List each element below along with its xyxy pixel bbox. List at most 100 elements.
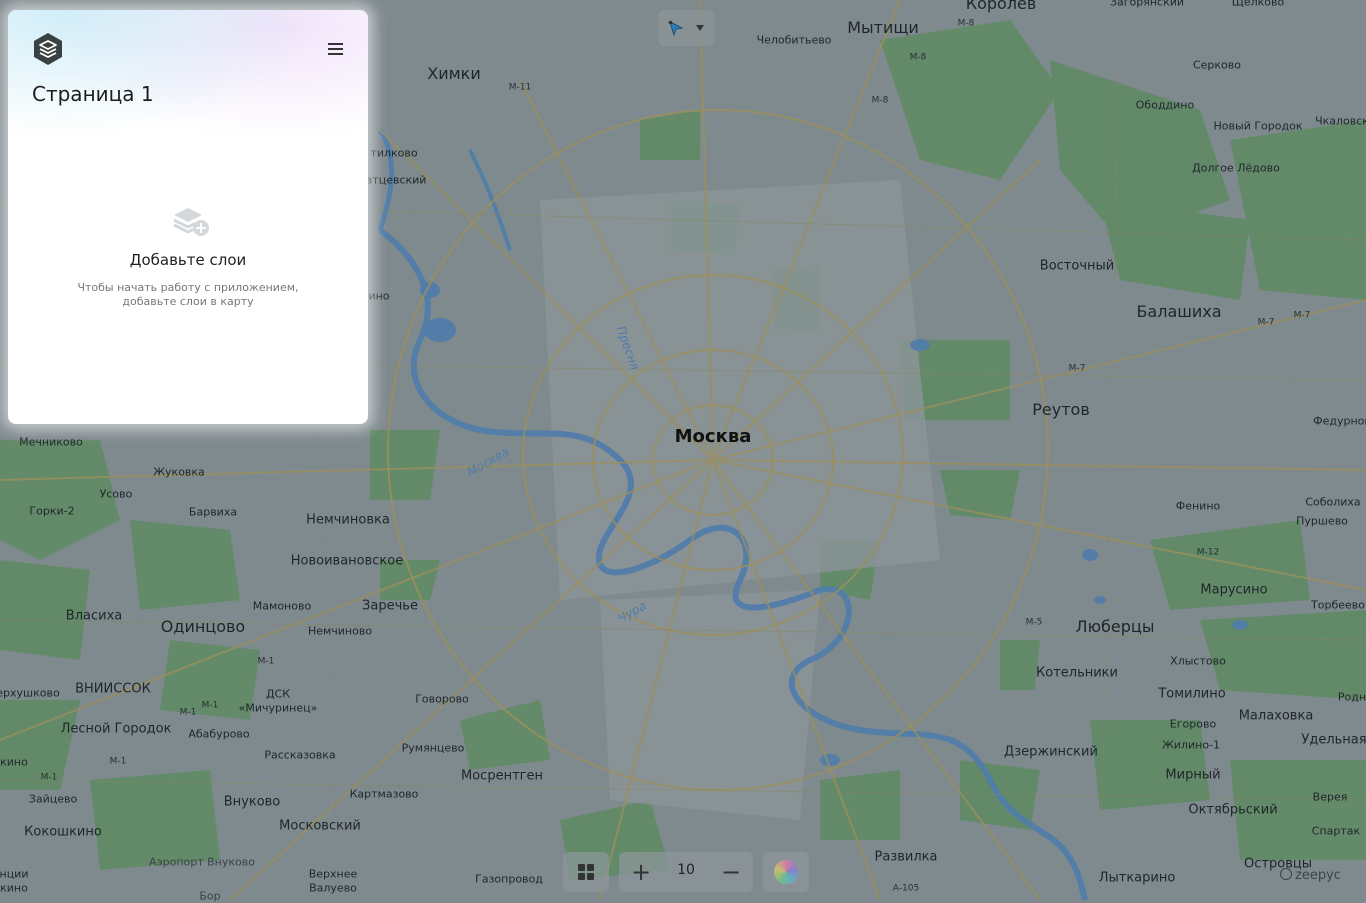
map-label-locality: Соболиха: [1305, 495, 1361, 509]
map-label-locality: Жилино-1: [1161, 738, 1221, 752]
map-label-road-number: M-1: [40, 772, 58, 783]
add-layers-icon: [173, 208, 209, 236]
map-label-locality: Зайцево: [28, 792, 78, 806]
map-label-town: Кокошкино: [24, 824, 102, 840]
map-label-town: Заречье: [362, 598, 418, 614]
map-label-locality: Серково: [1192, 58, 1242, 72]
map-label-locality: Родн: [1337, 690, 1366, 704]
map-label-road-number: M-8: [909, 52, 927, 63]
app-logo-icon[interactable]: [32, 32, 64, 66]
map-label-town: Марусино: [1200, 582, 1268, 598]
map-label-airport: Аэропорт Внуково: [149, 855, 255, 869]
map-label-town: Лесной Городок: [60, 721, 172, 737]
map-label-road-number: M-1: [257, 656, 275, 667]
map-label-town: Малаховка: [1238, 708, 1314, 724]
map-label-locality: Торбеево: [1311, 598, 1365, 612]
map-label-locality: Говорово: [415, 692, 469, 706]
map-label-locality: Верея: [1312, 790, 1348, 804]
grid-icon: [578, 864, 585, 871]
menu-button[interactable]: [326, 40, 346, 56]
map-label-road-number: A-105: [892, 883, 920, 894]
map-label-locality: Газопровод: [475, 872, 543, 886]
map-label-road-number: M-11: [508, 82, 532, 93]
map-label-town: Томилино: [1158, 686, 1226, 702]
map-label-locality: Немчиново: [307, 624, 373, 638]
map-label-capital: Москва: [674, 426, 752, 447]
map-label-locality: атцевский: [365, 173, 427, 187]
map-label-road-number: M-7: [1068, 363, 1086, 374]
map-label-locality: Чкаловск: [1315, 114, 1366, 128]
map-label-locality: нции: [0, 867, 29, 881]
grid-icon: [578, 873, 585, 880]
map-label-locality: Фенино: [1175, 499, 1221, 513]
map-label-town: Дзержинский: [1004, 744, 1098, 760]
map-label-locality: Верхнее: [308, 867, 358, 881]
empty-state-title: Добавьте слои: [129, 251, 247, 269]
menu-icon-line: [328, 43, 343, 45]
zoom-control: + 10 −: [619, 852, 753, 892]
map-label-locality: Жуковка: [153, 465, 205, 479]
map-label-locality: Челобитьево: [756, 33, 832, 47]
grid-icon: [587, 873, 594, 880]
map-label-city: Одинцово: [160, 617, 246, 636]
map-label-town: Мирный: [1165, 767, 1221, 783]
map-label-locality: Мамоново: [252, 599, 312, 613]
map-label-locality: кино: [0, 755, 28, 769]
page-title[interactable]: Страница 1: [32, 82, 154, 106]
map-label-locality: Щёлково: [1231, 0, 1285, 9]
map-label-locality: кино: [0, 881, 28, 895]
map-label-locality: Загорянский: [1109, 0, 1185, 9]
menu-icon-line: [328, 53, 343, 55]
layers-panel: Страница 1 Добавьте слои Чтобы начать ра…: [8, 10, 368, 424]
map-label-road-number: M-12: [1196, 547, 1220, 558]
map-label-locality: ДСК: [265, 687, 291, 701]
map-label-locality: Егорово: [1169, 717, 1217, 731]
basemap-grid-button[interactable]: [563, 852, 609, 892]
map-label-locality: Спартак: [1311, 824, 1361, 838]
map-label-town: Котельники: [1036, 665, 1118, 681]
zoom-out-button[interactable]: −: [715, 856, 747, 888]
chevron-down-icon: [696, 25, 704, 31]
map-style-button[interactable]: [763, 852, 809, 892]
map-label-city: Королёв: [965, 0, 1037, 13]
map-label-locality: Хлыстово: [1170, 654, 1226, 668]
menu-icon-line: [328, 48, 343, 50]
map-label-locality: Горки-2: [29, 504, 75, 518]
map-label-city: Балашиха: [1136, 302, 1222, 321]
map-label-town: Удельная: [1301, 732, 1366, 748]
map-label-road-number: M-1: [109, 756, 127, 767]
map-label-city: Реутов: [1032, 400, 1090, 419]
map-label-road-number: M-1: [179, 707, 197, 718]
map-label-road-number: M-8: [957, 18, 975, 29]
map-label-road-number: M-5: [1025, 617, 1043, 628]
map-label-locality: Мечниково: [19, 435, 83, 449]
pointer-tool-icon: [668, 20, 684, 37]
map-label-town: Внуково: [223, 794, 281, 810]
map-label-locality: ино: [368, 289, 390, 303]
map-label-locality: Абабурово: [188, 727, 250, 741]
map-label-locality: Валуево: [309, 881, 357, 895]
map-label-locality: Ободдино: [1135, 98, 1195, 112]
map-label-locality: тилково: [370, 146, 418, 160]
map-label-locality: Усово: [99, 487, 133, 501]
empty-state-description: Чтобы начать работу с приложением, добав…: [77, 281, 299, 308]
map-label-locality: Рассказовка: [264, 748, 336, 762]
map-tool-selector[interactable]: [658, 10, 714, 46]
map-label-town: Новоивановское: [290, 553, 404, 569]
map-label-road-number: M-1: [201, 700, 219, 711]
map-label-locality: Барвиха: [188, 505, 238, 519]
map-label-town: ВНИИССОК: [75, 681, 151, 697]
map-label-locality: Румянцево: [401, 741, 465, 755]
map-label-city: Люберцы: [1075, 617, 1155, 636]
map-label-town: Немчиновка: [306, 512, 390, 528]
map-label-locality: Новый Городок: [1213, 119, 1303, 133]
map-label-town: Октябрьский: [1188, 802, 1278, 818]
map-label-locality: Пуршево: [1296, 514, 1348, 528]
zoom-in-button[interactable]: +: [625, 856, 657, 888]
attribution-text: zeeруc: [1295, 868, 1341, 883]
zoom-level-display: 10: [677, 862, 695, 878]
map-label-city: Мытищи: [847, 18, 919, 37]
map-label-road-number: M-7: [1293, 310, 1311, 321]
map-attribution[interactable]: zeeруc: [1280, 868, 1341, 883]
map-label-locality: Картмазово: [349, 787, 419, 801]
